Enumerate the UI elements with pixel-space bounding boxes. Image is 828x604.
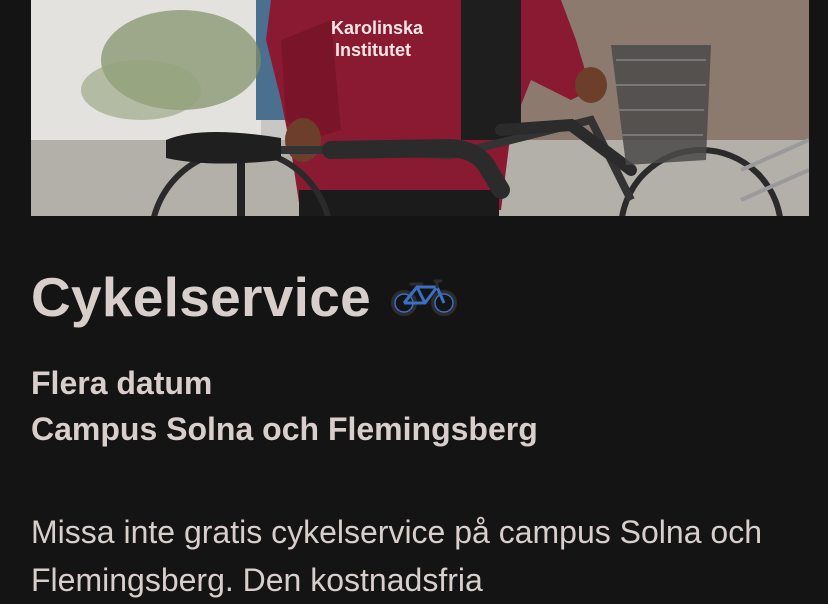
hero-photo: Karolinska Institutet	[31, 0, 809, 216]
event-location: Campus Solna och Flemingsberg	[31, 411, 538, 447]
event-title: Cykelservice	[31, 265, 371, 328]
event-date: Flera datum	[31, 365, 213, 401]
bicycle-icon	[391, 279, 457, 316]
event-description: Missa inte gratis cykelservice på campus…	[31, 514, 762, 598]
event-meta: Flera datum Campus Solna och Flemingsber…	[31, 360, 811, 452]
event-card: Cykelservice Flera datum Campus Solna oc…	[31, 258, 811, 604]
title-row: Cykelservice	[31, 258, 811, 336]
hero-image: Karolinska Institutet	[31, 0, 809, 216]
hoodie-text-1: Karolinska	[331, 18, 424, 38]
hoodie-text-2: Institutet	[335, 40, 411, 60]
